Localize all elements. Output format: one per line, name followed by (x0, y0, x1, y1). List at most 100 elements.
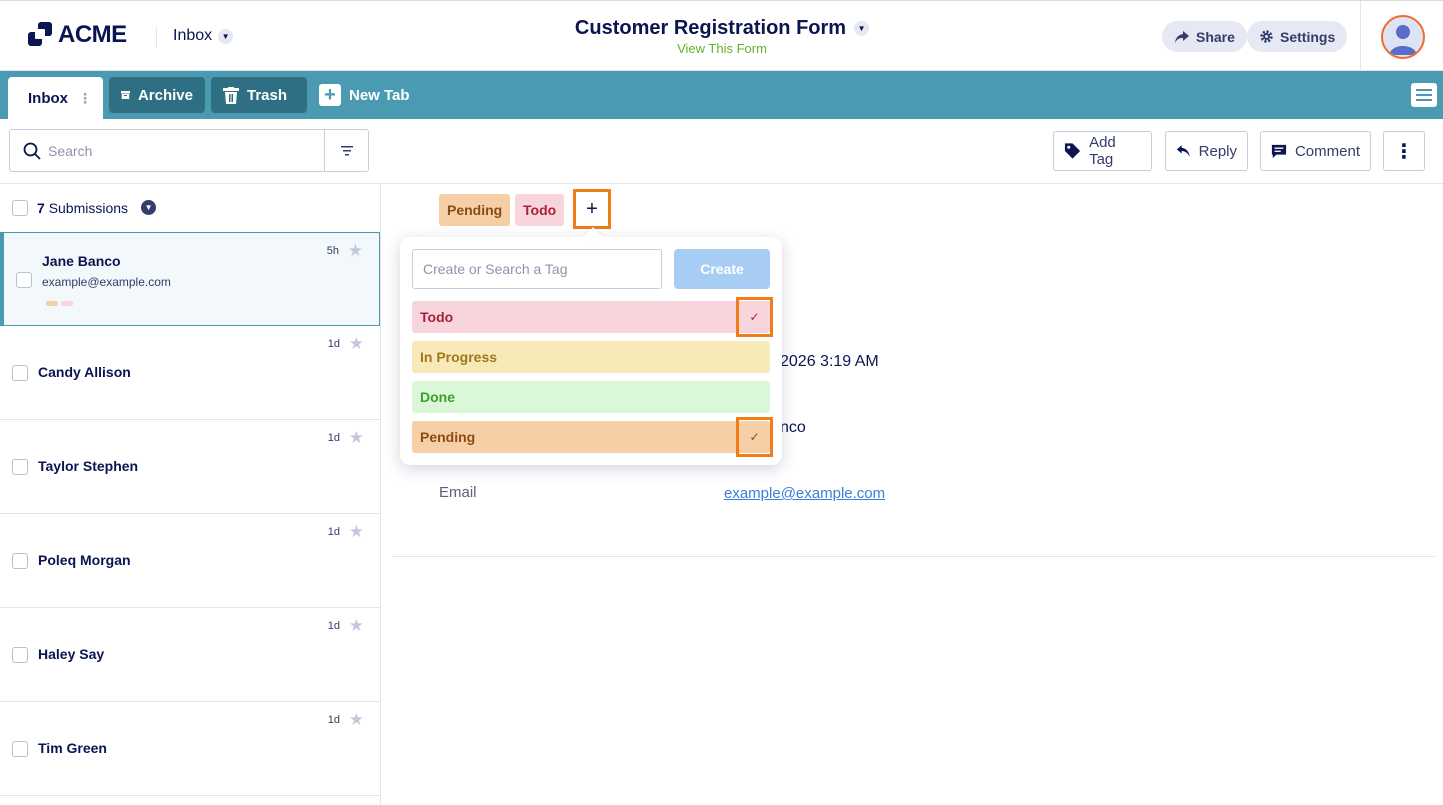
table-row[interactable]: Haley Say 1d ★ (0, 608, 380, 702)
tag-option-label: Todo (420, 309, 454, 325)
applied-tag-todo[interactable]: Todo (515, 194, 565, 226)
search-filter-divider (324, 130, 325, 171)
filter-icon[interactable] (340, 144, 354, 158)
tag-option-todo[interactable]: Todo ✓ (412, 297, 773, 337)
settings-button[interactable]: Settings (1247, 21, 1348, 52)
reply-label: Reply (1198, 142, 1237, 160)
star-icon[interactable]: ★ (348, 241, 363, 261)
trash-icon (223, 86, 239, 104)
share-button[interactable]: Share (1162, 21, 1247, 52)
row-name: Taylor Stephen (38, 458, 139, 474)
tag-popover: Create Todo ✓ In Progress Done Pending ✓ (400, 227, 782, 465)
select-all-checkbox[interactable] (12, 199, 28, 216)
row-time: 1d (327, 338, 340, 350)
tag-option-done[interactable]: Done (412, 381, 770, 413)
kebab-icon[interactable]: ⋮ (78, 90, 92, 107)
create-tag-button[interactable]: Create (674, 249, 770, 289)
tab-inbox[interactable]: Inbox ⋮ (8, 77, 103, 119)
inbox-switcher[interactable]: Inbox ▼ (173, 27, 234, 45)
checkmark-icon: ✓ (749, 310, 760, 324)
user-avatar-icon (1389, 25, 1417, 55)
header-vertical-divider (1360, 1, 1361, 72)
new-tab-button[interactable]: + New Tab (307, 77, 422, 113)
hamburger-menu-icon[interactable] (1411, 83, 1437, 107)
comment-label: Comment (1294, 142, 1360, 160)
acme-logo[interactable]: ACME (28, 21, 127, 49)
star-icon[interactable]: ★ (349, 522, 364, 542)
share-label: Share (1196, 28, 1235, 45)
plus-icon: + (586, 197, 598, 220)
tag-option-pending[interactable]: Pending ✓ (412, 417, 773, 457)
add-tag-plus-button[interactable]: + (573, 189, 611, 229)
tag-option-in-progress[interactable]: In Progress (412, 341, 770, 373)
header-divider (156, 27, 157, 47)
row-name: Tim Green (38, 740, 107, 756)
checkmark-icon: ✓ (749, 430, 760, 444)
app-header: ACME Inbox ▼ Customer Registration Form … (0, 0, 1443, 72)
row-checkbox[interactable] (12, 459, 28, 475)
form-title-text: Customer Registration Form (574, 17, 847, 39)
add-tag-label: Add Tag (1089, 134, 1116, 168)
table-row[interactable]: Candy Allison 1d ★ (0, 326, 380, 420)
tab-bar: Inbox ⋮ Archive Trash + New Tab (0, 71, 1443, 119)
settings-label: Settings (1280, 28, 1336, 45)
content-divider (392, 556, 1435, 557)
add-tag-button[interactable]: Add Tag (1053, 131, 1152, 171)
table-row[interactable]: Taylor Stephen 1d ★ (0, 420, 380, 514)
table-row[interactable]: Poleq Morgan 1d ★ (0, 514, 380, 608)
row-email: example@example.com (42, 275, 171, 289)
table-row[interactable]: Jane Banco example@example.com 5h ★ (0, 232, 380, 326)
star-icon[interactable]: ★ (349, 428, 364, 448)
user-avatar[interactable] (1381, 15, 1425, 59)
search-box (9, 129, 369, 172)
tab-trash[interactable]: Trash (211, 77, 307, 113)
row-time: 1d (327, 526, 340, 538)
view-form-link[interactable]: View This Form (540, 41, 904, 56)
row-time: 1d (327, 620, 340, 632)
reply-button[interactable]: Reply (1165, 131, 1248, 171)
comment-button[interactable]: Comment (1260, 131, 1371, 171)
tab-archive[interactable]: Archive (109, 77, 205, 113)
form-title-block: Customer Registration Form ▼ View This F… (540, 17, 904, 56)
archive-icon (121, 91, 130, 99)
form-title[interactable]: Customer Registration Form ▼ (574, 17, 870, 40)
new-tab-label: New Tab (349, 86, 410, 104)
row-time: 5h (326, 245, 339, 257)
inbox-switcher-label: Inbox (173, 27, 213, 44)
more-options-button[interactable]: ⋮ (1383, 131, 1425, 171)
row-checkbox[interactable] (12, 647, 28, 663)
star-icon[interactable]: ★ (349, 334, 364, 354)
table-row[interactable]: Tim Green 1d ★ (0, 702, 380, 796)
acme-logo-icon (28, 22, 54, 48)
tag-option-check[interactable]: ✓ (736, 297, 773, 337)
star-icon[interactable]: ★ (349, 710, 364, 730)
todo-tag-indicator (61, 301, 73, 306)
email-label: Email (439, 484, 477, 501)
tag-option-label: Pending (420, 429, 476, 445)
star-icon[interactable]: ★ (349, 616, 364, 636)
chevron-down-icon[interactable]: ▼ (141, 200, 157, 215)
tag-search-input[interactable] (412, 249, 662, 289)
row-checkbox[interactable] (12, 365, 28, 381)
applied-tag-pending[interactable]: Pending (439, 194, 511, 226)
tag-option-label: In Progress (420, 349, 498, 365)
tab-inbox-label: Inbox (28, 89, 68, 107)
row-checkbox[interactable] (16, 272, 32, 288)
tag-option-label: Done (420, 389, 455, 405)
row-name: Jane Banco (42, 253, 121, 269)
row-checkbox[interactable] (12, 553, 28, 569)
gear-icon (1260, 30, 1273, 43)
reply-icon (1176, 145, 1190, 157)
row-tag-indicators (46, 301, 73, 306)
row-name: Haley Say (38, 646, 105, 662)
pending-tag-indicator (46, 301, 58, 306)
search-icon (23, 142, 41, 160)
chevron-down-icon: ▼ (218, 28, 234, 44)
tag-option-check[interactable]: ✓ (736, 417, 773, 457)
email-link[interactable]: example@example.com (724, 485, 885, 502)
kebab-icon: ⋮ (1394, 140, 1414, 163)
logo-text: ACME (58, 21, 127, 48)
row-checkbox[interactable] (12, 741, 28, 757)
search-input[interactable] (48, 140, 318, 162)
submission-count-number: 7 (37, 199, 45, 216)
